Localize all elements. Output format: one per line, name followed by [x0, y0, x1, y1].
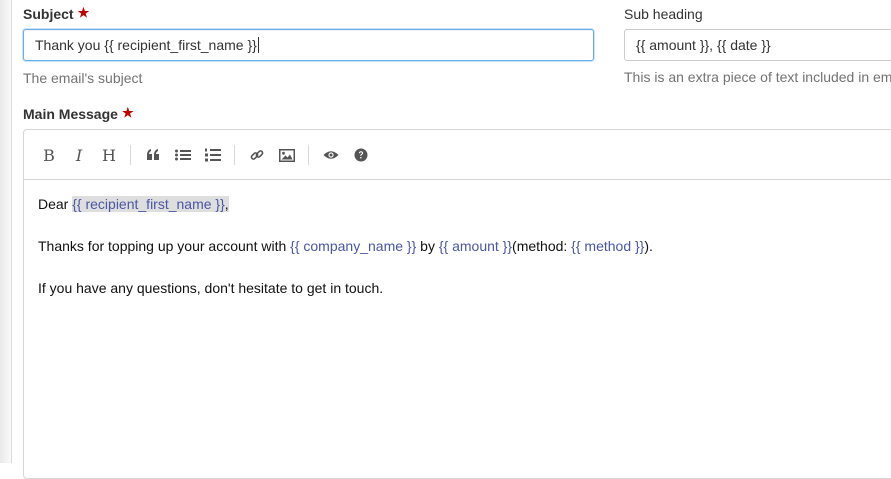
- markdown-editor[interactable]: B I H Dear {{recipient_first_name}}, T…: [23, 129, 891, 479]
- message-paragraph: Thanks for topping up your account with …: [38, 238, 653, 254]
- editor-toolbar: B I H: [24, 130, 891, 180]
- template-variable: {{ company_name }}: [290, 238, 417, 254]
- required-star-icon: ★: [121, 105, 134, 120]
- message-paragraph: If you have any questions, don't hesitat…: [38, 280, 384, 296]
- toolbar-divider: [130, 145, 131, 165]
- image-icon[interactable]: [276, 144, 298, 166]
- main-message-label: Main Message ★: [23, 105, 134, 123]
- message-text: ).: [644, 238, 653, 254]
- template-variable: {{ amount }}: [438, 238, 513, 254]
- subheading-label: Sub heading: [624, 6, 703, 22]
- subheading-input[interactable]: {{ amount }}, {{ date }}: [624, 29, 891, 61]
- quote-icon[interactable]: [142, 144, 164, 166]
- subject-help-text: The email's subject: [23, 70, 143, 86]
- subject-label: Subject ★: [23, 5, 90, 23]
- italic-icon[interactable]: I: [68, 144, 90, 166]
- ordered-list-icon[interactable]: [202, 144, 224, 166]
- preview-icon[interactable]: [320, 144, 342, 166]
- message-text: by: [416, 238, 439, 254]
- template-variable: {{ method }}: [571, 238, 645, 254]
- subheading-input-value: {{ amount }}, {{ date }}: [636, 37, 771, 53]
- text-caret: [257, 37, 259, 53]
- page-left-edge: [0, 0, 12, 463]
- subject-label-text: Subject: [23, 6, 74, 22]
- toolbar-divider: [234, 145, 235, 165]
- subheading-help-text: This is an extra piece of text included …: [624, 69, 891, 85]
- message-text: (method:: [512, 238, 572, 254]
- subject-input[interactable]: Thank you {{ recipient_first_name }}: [23, 29, 594, 61]
- message-text: ,: [224, 196, 229, 212]
- template-variable: {{ recipient_first_name }}: [72, 196, 225, 212]
- message-text: Thanks for topping up your account with: [38, 238, 291, 254]
- message-paragraph: Dear {{ recipient_first_name }},: [38, 196, 229, 212]
- subject-input-value: Thank you {{ recipient_first_name }}: [35, 37, 257, 53]
- main-message-label-text: Main Message: [23, 106, 118, 122]
- link-icon[interactable]: [246, 144, 268, 166]
- unordered-list-icon[interactable]: [172, 144, 194, 166]
- toolbar-divider: [308, 145, 309, 165]
- bold-icon[interactable]: B: [38, 144, 60, 166]
- heading-icon[interactable]: H: [98, 144, 120, 166]
- message-text: Dear: [38, 196, 73, 212]
- help-icon[interactable]: [350, 144, 372, 166]
- required-star-icon: ★: [77, 5, 90, 20]
